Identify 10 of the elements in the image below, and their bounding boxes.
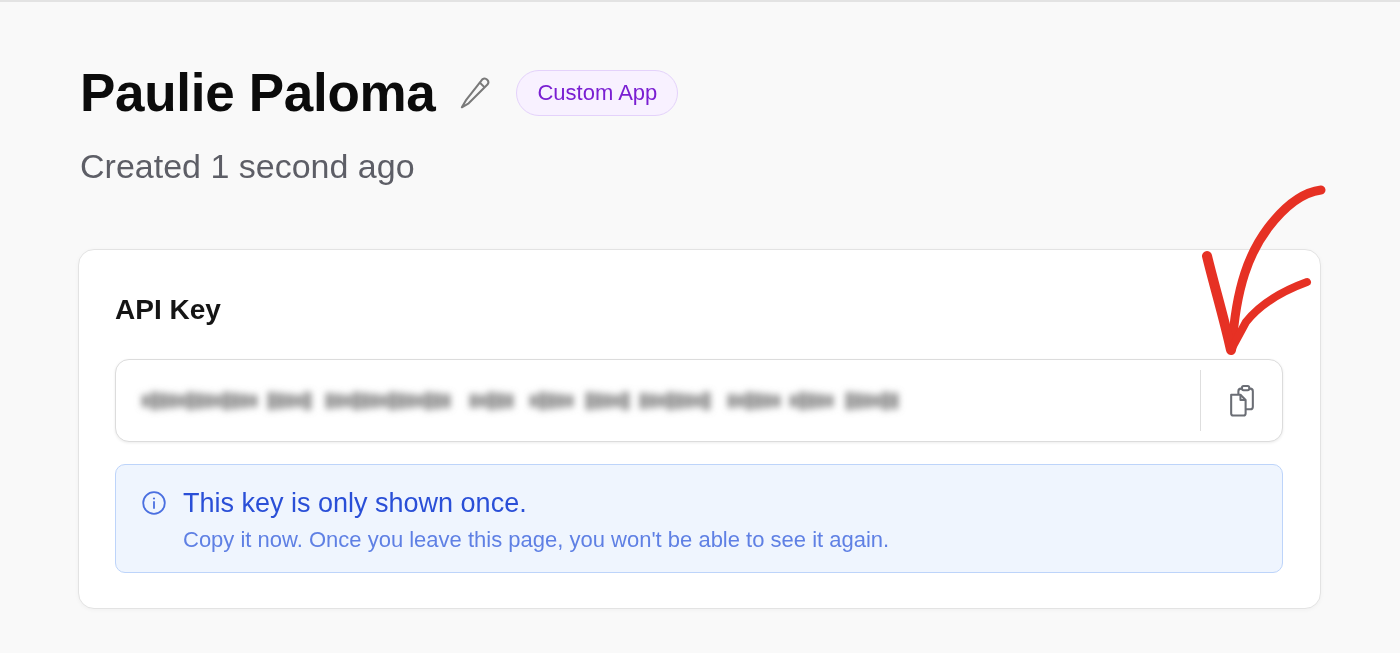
app-type-badge: Custom App xyxy=(516,69,679,116)
alert-message: Copy it now. Once you leave this page, you won't be able to see it again. xyxy=(183,526,890,554)
page-title: Paulie Paloma xyxy=(80,66,436,119)
info-icon xyxy=(142,491,166,515)
copy-icon[interactable] xyxy=(1227,384,1256,417)
pencil-icon[interactable] xyxy=(460,76,492,109)
created-time-text: Created 1 second ago xyxy=(79,146,415,187)
alert-title: This key is only shown once. xyxy=(183,487,527,519)
api-key-label: API Key xyxy=(115,293,221,327)
api-key-field[interactable] xyxy=(115,359,1283,442)
